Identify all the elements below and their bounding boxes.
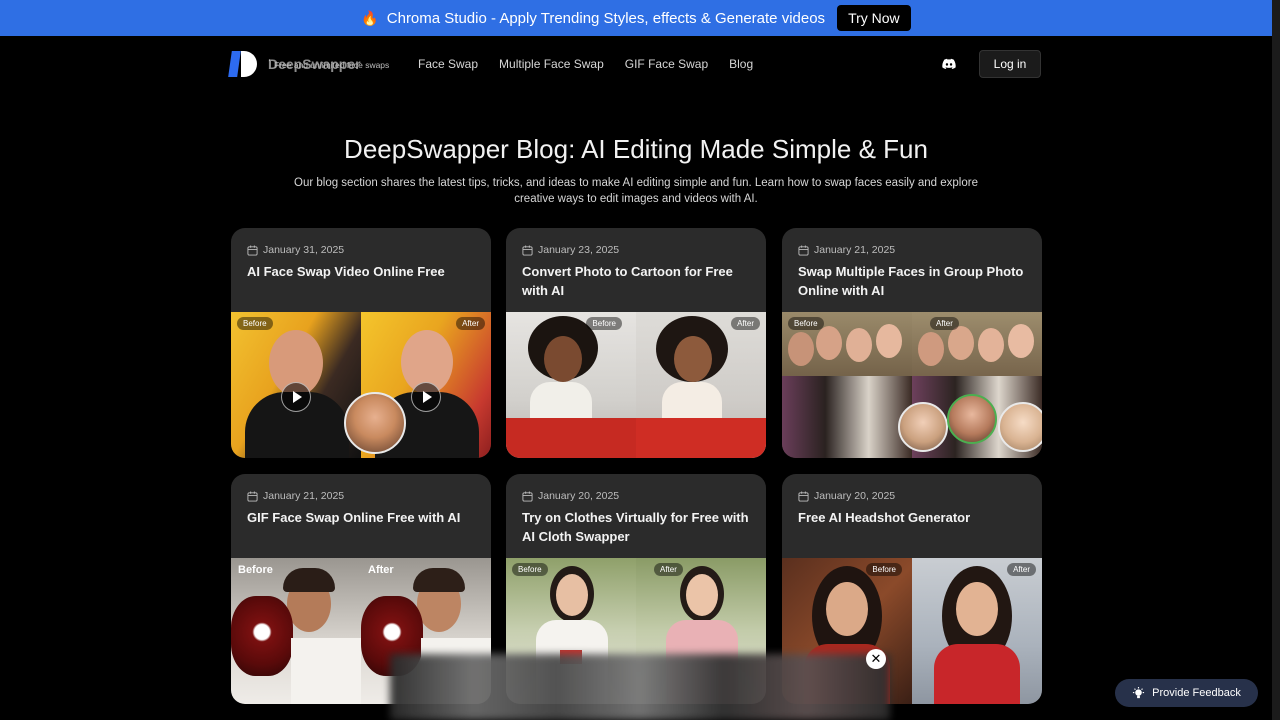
blurred-ad-overlay[interactable] bbox=[390, 654, 890, 720]
provide-feedback-button[interactable]: Provide Feedback bbox=[1115, 679, 1258, 707]
card-title[interactable]: Free AI Headshot Generator bbox=[798, 508, 1026, 527]
brand[interactable]: DeepSwapper Free and unlimited face swap… bbox=[268, 56, 408, 73]
card-date-text: January 20, 2025 bbox=[814, 490, 896, 502]
calendar-icon bbox=[247, 244, 258, 256]
before-label: Before bbox=[788, 317, 824, 330]
card-title[interactable]: Convert Photo to Cartoon for Free with A… bbox=[522, 262, 750, 300]
before-image: Before bbox=[506, 312, 636, 458]
card-date-text: January 20, 2025 bbox=[538, 490, 620, 502]
card-date: January 21, 2025 bbox=[247, 490, 344, 502]
before-image: Before bbox=[231, 312, 361, 458]
before-image: Before bbox=[782, 312, 912, 458]
banner-text: Chroma Studio - Apply Trending Styles, e… bbox=[386, 9, 826, 27]
card-thumbnail[interactable]: Before After bbox=[231, 312, 491, 458]
card-thumbnail[interactable]: Before After bbox=[782, 312, 1042, 458]
source-face-thumbnail bbox=[344, 392, 406, 454]
before-label: Before bbox=[238, 564, 273, 576]
card-title[interactable]: Try on Clothes Virtually for Free with A… bbox=[522, 508, 750, 546]
after-label: After bbox=[368, 564, 394, 576]
login-button[interactable]: Log in bbox=[979, 50, 1041, 78]
calendar-icon bbox=[798, 244, 809, 256]
after-label: After bbox=[731, 317, 760, 330]
card-date: January 20, 2025 bbox=[522, 490, 619, 502]
lightbulb-icon bbox=[1133, 686, 1145, 698]
nav-link-blog[interactable]: Blog bbox=[729, 57, 753, 71]
blog-card[interactable]: January 23, 2025 Convert Photo to Cartoo… bbox=[506, 228, 766, 458]
flame-icon: 🔥 bbox=[361, 9, 379, 26]
calendar-icon bbox=[798, 490, 809, 502]
page-title: DeepSwapper Blog: AI Editing Made Simple… bbox=[344, 134, 928, 164]
card-date: January 20, 2025 bbox=[798, 490, 895, 502]
before-label: Before bbox=[512, 563, 548, 576]
feedback-label: Provide Feedback bbox=[1152, 687, 1241, 699]
blog-card[interactable]: January 31, 2025 AI Face Swap Video Onli… bbox=[231, 228, 491, 458]
play-icon[interactable] bbox=[281, 382, 311, 412]
source-face-thumbnail bbox=[898, 402, 948, 452]
source-face-thumbnail bbox=[998, 402, 1042, 452]
card-title[interactable]: Swap Multiple Faces in Group Photo Onlin… bbox=[798, 262, 1026, 300]
discord-icon[interactable] bbox=[942, 56, 956, 72]
card-date: January 23, 2025 bbox=[522, 244, 619, 256]
before-label: Before bbox=[237, 317, 273, 330]
nav-link-gif-face-swap[interactable]: GIF Face Swap bbox=[625, 57, 708, 71]
try-now-button[interactable]: Try Now bbox=[837, 5, 911, 31]
blog-card[interactable]: January 21, 2025 Swap Multiple Faces in … bbox=[782, 228, 1042, 458]
card-thumbnail[interactable]: Before After bbox=[506, 312, 766, 458]
card-date-text: January 23, 2025 bbox=[538, 244, 620, 256]
card-title[interactable]: GIF Face Swap Online Free with AI bbox=[247, 508, 475, 527]
before-image: Before bbox=[231, 558, 361, 704]
after-label: After bbox=[456, 317, 485, 330]
nav-link-face-swap[interactable]: Face Swap bbox=[418, 57, 478, 71]
card-title[interactable]: AI Face Swap Video Online Free bbox=[247, 262, 475, 281]
before-label: Before bbox=[866, 563, 902, 576]
page-subtitle: Our blog section shares the latest tips,… bbox=[294, 177, 978, 205]
before-label: Before bbox=[586, 317, 622, 330]
nav-link-multiple-face-swap[interactable]: Multiple Face Swap bbox=[499, 57, 604, 71]
calendar-icon bbox=[522, 490, 533, 502]
calendar-icon bbox=[522, 244, 533, 256]
card-date-text: January 21, 2025 bbox=[814, 244, 896, 256]
card-date-text: January 21, 2025 bbox=[263, 490, 345, 502]
card-date: January 21, 2025 bbox=[798, 244, 895, 256]
card-date-text: January 31, 2025 bbox=[263, 244, 345, 256]
brand-tagline: Free and unlimited face swaps bbox=[268, 57, 396, 73]
close-icon[interactable]: ✕ bbox=[866, 649, 886, 669]
logo-icon[interactable] bbox=[228, 51, 258, 77]
after-label: After bbox=[1007, 563, 1036, 576]
top-nav: DeepSwapper Free and unlimited face swap… bbox=[228, 50, 1041, 78]
scrollbar[interactable] bbox=[1272, 0, 1280, 720]
after-label: After bbox=[930, 317, 959, 330]
after-image: After bbox=[912, 558, 1042, 704]
after-image: After bbox=[636, 312, 766, 458]
calendar-icon bbox=[247, 490, 258, 502]
card-date: January 31, 2025 bbox=[247, 244, 344, 256]
promo-banner: 🔥 Chroma Studio - Apply Trending Styles,… bbox=[0, 0, 1272, 36]
nav-links: Face Swap Multiple Face Swap GIF Face Sw… bbox=[418, 57, 753, 71]
source-face-thumbnail bbox=[947, 394, 997, 444]
after-label: After bbox=[654, 563, 683, 576]
play-icon[interactable] bbox=[411, 382, 441, 412]
